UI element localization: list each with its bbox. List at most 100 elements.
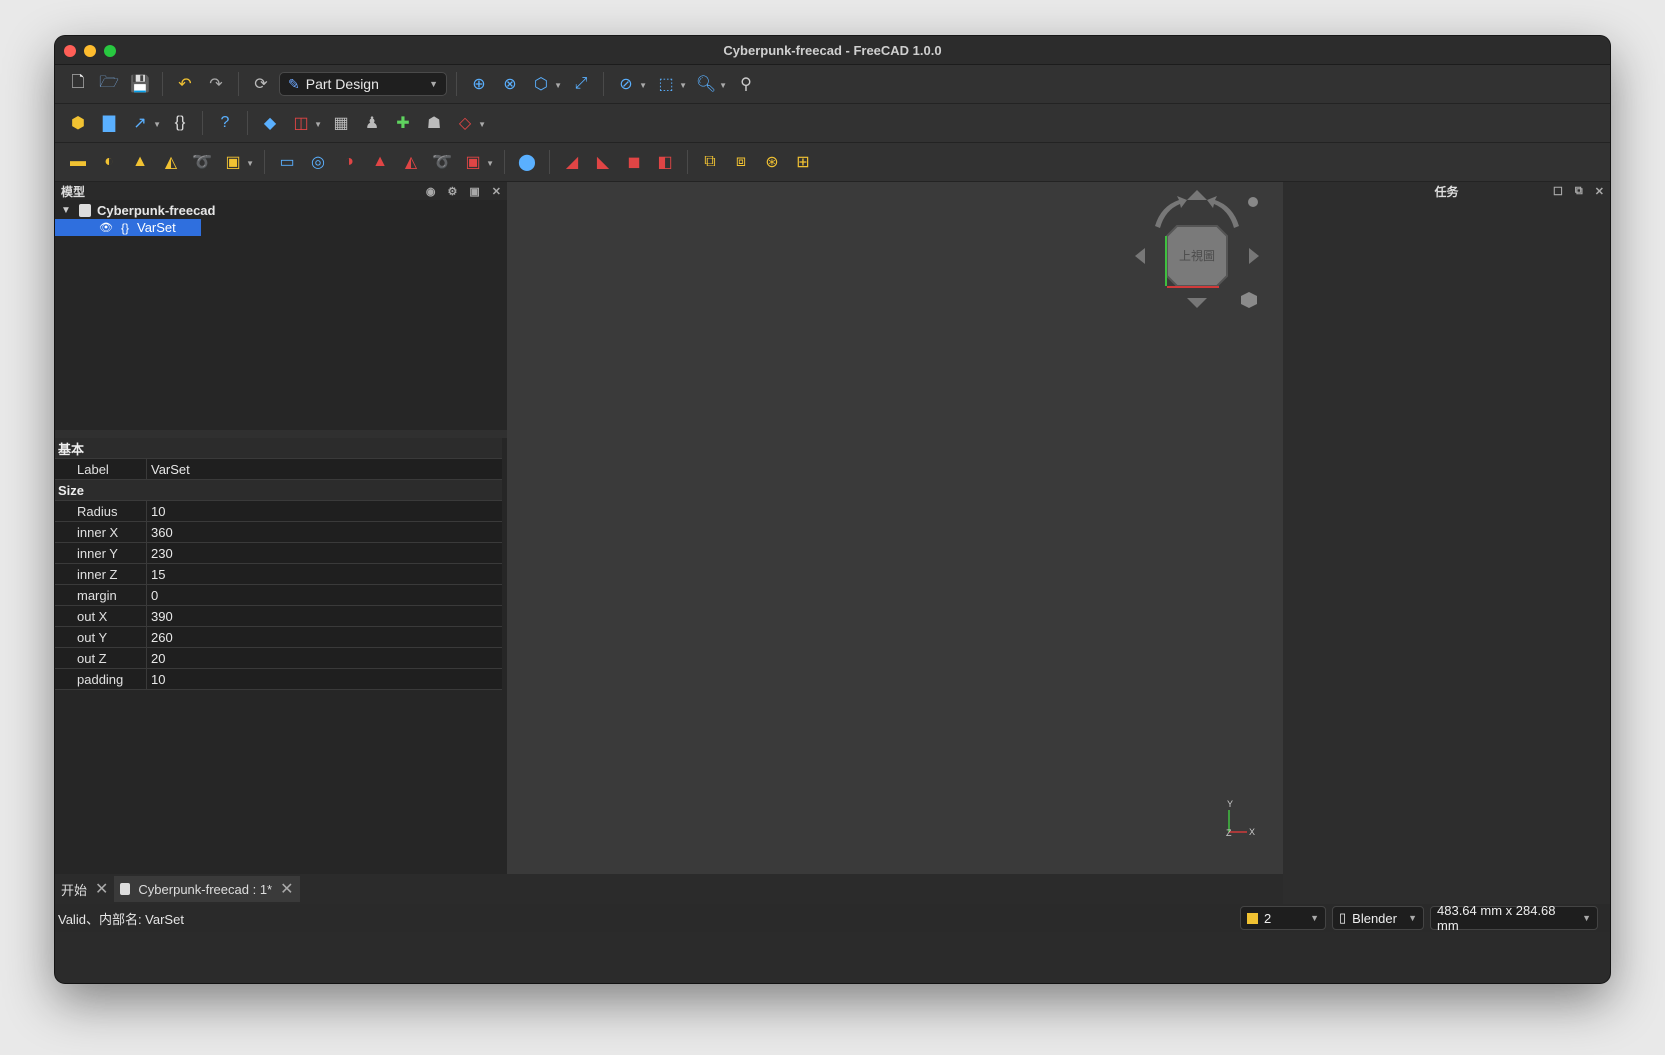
property-row[interactable]: Label VarSet xyxy=(55,459,502,480)
zoom-window-button[interactable] xyxy=(104,45,116,57)
create-sketch-button[interactable]: ◫ ▼ xyxy=(288,110,322,136)
validate-sketch-button[interactable]: ▦ xyxy=(328,110,354,136)
tab-document[interactable]: Cyberpunk-freecad : 1* ✕ xyxy=(114,876,300,902)
workbench-selector[interactable]: ✎ Part Design ▼ xyxy=(279,72,447,96)
navigation-cube[interactable]: 上視圖 xyxy=(1127,186,1267,316)
property-value[interactable]: 10 xyxy=(147,501,502,521)
subtractive-pipe-button[interactable]: ◭ xyxy=(398,149,424,175)
fit-selection-button[interactable]: ⊗ xyxy=(497,71,523,97)
fit-all-button[interactable]: ⊕ xyxy=(466,71,492,97)
additive-loft-button[interactable]: ▲ xyxy=(127,149,153,175)
arrow-right-icon[interactable] xyxy=(1249,248,1259,264)
eye-icon[interactable]: ◉ xyxy=(426,185,436,198)
subtractive-loft-button[interactable]: ▲ xyxy=(367,149,393,175)
close-window-button[interactable] xyxy=(64,45,76,57)
link-button[interactable]: ↗ ▼ xyxy=(127,110,161,136)
mirrored-button[interactable]: ⧉ xyxy=(697,149,723,175)
view-menu-icon[interactable] xyxy=(1248,197,1258,207)
draw-style-button[interactable]: ⊘ ▼ xyxy=(613,71,647,97)
property-value[interactable]: 390 xyxy=(147,606,502,626)
property-value[interactable]: 10 xyxy=(147,669,502,689)
revolution-button[interactable]: ◐ xyxy=(96,149,122,175)
thickness-button[interactable]: ◧ xyxy=(652,149,678,175)
fillet-button[interactable]: ◢ xyxy=(559,149,585,175)
property-group-basic[interactable]: 基本 xyxy=(55,438,502,459)
property-value[interactable]: 0 xyxy=(147,585,502,605)
property-row[interactable]: Radius 10 xyxy=(55,501,502,522)
close-icon[interactable]: ✕ xyxy=(95,879,108,899)
maximize-panel-icon[interactable]: ☐ xyxy=(1553,185,1563,198)
close-icon[interactable]: ✕ xyxy=(492,185,501,198)
subtractive-primitive-button[interactable]: ▣ ▼ xyxy=(460,149,494,175)
rotate-left-arrow-icon[interactable] xyxy=(1155,196,1187,228)
property-row[interactable]: padding 10 xyxy=(55,669,502,690)
3d-viewport[interactable]: 上視圖 Y Z X xyxy=(507,182,1283,874)
zoom-button[interactable]: 🔍︎ ▼ xyxy=(693,71,727,97)
chamfer-button[interactable]: ◣ xyxy=(590,149,616,175)
close-icon[interactable]: ✕ xyxy=(1595,185,1604,198)
pad-button[interactable]: ▬ xyxy=(65,149,91,175)
linear-pattern-button[interactable]: ⧈ xyxy=(728,149,754,175)
mini-cube-icon[interactable] xyxy=(1241,292,1257,308)
polar-pattern-button[interactable]: ⊛ xyxy=(759,149,785,175)
tree-document-item[interactable]: ▼ Cyberpunk-freecad xyxy=(55,202,507,219)
multi-transform-button[interactable]: ⊞ xyxy=(790,149,816,175)
property-value[interactable]: 260 xyxy=(147,627,502,647)
property-value[interactable]: VarSet xyxy=(147,459,502,479)
shape-binder-button[interactable]: ✚ xyxy=(390,110,416,136)
navigation-style-selector[interactable]: ▯ Blender ▼ xyxy=(1332,906,1424,930)
standard-views-button[interactable]: ⬡ ▼ xyxy=(528,71,562,97)
minimize-window-button[interactable] xyxy=(84,45,96,57)
float-panel-icon[interactable]: ▣ xyxy=(469,185,479,198)
create-body-button[interactable]: ◆ xyxy=(257,110,283,136)
additive-pipe-button[interactable]: ◭ xyxy=(158,149,184,175)
dimension-display[interactable]: 483.64 mm x 284.68 mm ▼ xyxy=(1430,903,1598,933)
create-group-button[interactable]: ▇ xyxy=(96,110,122,136)
pocket-button[interactable]: ▭ xyxy=(274,149,300,175)
property-group-size[interactable]: Size xyxy=(55,480,502,501)
arrow-left-icon[interactable] xyxy=(1135,248,1145,264)
undo-button[interactable]: ↶ xyxy=(172,71,198,97)
property-row[interactable]: inner Z 15 xyxy=(55,564,502,585)
measure-button[interactable]: ⤢ xyxy=(568,71,594,97)
visibility-eye-icon[interactable]: 👁 xyxy=(99,221,113,234)
create-varset-button[interactable]: {} xyxy=(167,110,193,136)
subtractive-helix-button[interactable]: ➰ xyxy=(429,149,455,175)
arrow-up-icon[interactable] xyxy=(1187,190,1207,200)
tab-start[interactable]: 开始 ✕ xyxy=(55,876,114,902)
boolean-button[interactable]: ⬤ xyxy=(514,149,540,175)
refresh-button[interactable]: ⟳ xyxy=(248,71,274,97)
help-pointer-button[interactable]: ? xyxy=(212,110,238,136)
panel-splitter[interactable] xyxy=(55,430,507,438)
selection-filter-button[interactable]: ⬚ ▼ xyxy=(653,71,687,97)
property-value[interactable]: 20 xyxy=(147,648,502,668)
property-value[interactable]: 360 xyxy=(147,522,502,542)
property-row[interactable]: out X 390 xyxy=(55,606,502,627)
draft-button[interactable]: ◼ xyxy=(621,149,647,175)
gear-icon[interactable]: ⚙ xyxy=(448,185,458,198)
property-row[interactable]: inner X 360 xyxy=(55,522,502,543)
sub-shape-binder-button[interactable]: ☗ xyxy=(421,110,447,136)
open-document-button[interactable]: 🗁 xyxy=(96,71,122,97)
redo-button[interactable]: ↷ xyxy=(203,71,229,97)
save-document-button[interactable]: 💾 xyxy=(127,71,153,97)
groove-button[interactable]: ◑ xyxy=(336,149,362,175)
whats-this-button[interactable]: ⚲ xyxy=(733,71,759,97)
tree-item-varset[interactable]: 👁 {} VarSet xyxy=(55,219,201,236)
property-value[interactable]: 230 xyxy=(147,543,502,563)
property-row[interactable]: out Z 20 xyxy=(55,648,502,669)
property-row[interactable]: inner Y 230 xyxy=(55,543,502,564)
additive-primitive-button[interactable]: ▣ ▼ xyxy=(220,149,254,175)
property-row[interactable]: out Y 260 xyxy=(55,627,502,648)
float-panel-icon[interactable]: ⧉ xyxy=(1575,185,1583,198)
new-document-button[interactable]: 🗋 xyxy=(65,71,91,97)
property-row[interactable]: margin 0 xyxy=(55,585,502,606)
property-value[interactable]: 15 xyxy=(147,564,502,584)
rotate-right-arrow-icon[interactable] xyxy=(1207,196,1239,228)
expand-triangle-icon[interactable]: ▼ xyxy=(61,205,75,216)
clone-button[interactable]: ♟ xyxy=(359,110,385,136)
datum-plane-button[interactable]: ◇ ▼ xyxy=(452,110,486,136)
hole-button[interactable]: ◎ xyxy=(305,149,331,175)
notification-counter[interactable]: 2 ▼ xyxy=(1240,906,1326,930)
close-icon[interactable]: ✕ xyxy=(280,879,293,899)
